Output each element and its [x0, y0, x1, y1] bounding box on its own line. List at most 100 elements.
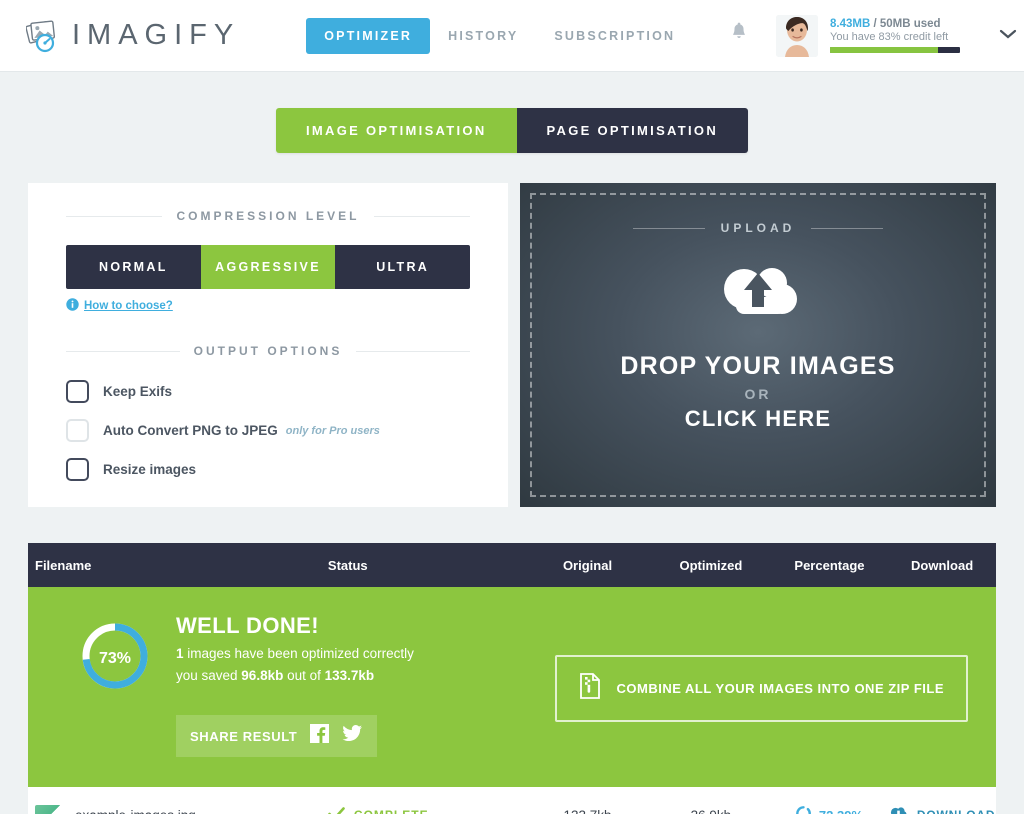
avatar — [776, 14, 818, 57]
compression-section-title: COMPRESSION LEVEL — [66, 209, 470, 223]
column-header-percentage: Percentage — [794, 557, 865, 573]
result-text-block: WELL DONE! 1 images have been optimized … — [176, 613, 414, 757]
credit-used: 8.43MB — [830, 18, 871, 30]
column-header-download: Download — [911, 557, 974, 573]
divider-left — [66, 215, 163, 217]
compression-aggressive[interactable]: AGGRESSIVE — [200, 245, 336, 289]
tab-image-optimisation[interactable]: IMAGE OPTIMISATION — [275, 108, 517, 153]
optimized-count-line: 1 images have been optimized correctly — [176, 646, 414, 661]
cell-optimized-size: 36.9kb — [651, 808, 771, 814]
logo-text: IMAGIFY — [72, 19, 241, 51]
saved-amount: 96.8kb — [241, 668, 284, 683]
option-resize-images[interactable]: Resize images — [66, 458, 470, 481]
column-header-original: Original — [562, 557, 613, 573]
upload-dashed-border: UPLOAD DROP YOUR IMAGES OR CLICK HERE — [530, 193, 986, 497]
option-auto-convert[interactable]: Auto Convert PNG to JPEG only for Pro us… — [66, 419, 470, 442]
filename-text: example-images.jpg — [75, 808, 196, 814]
app-header: IMAGIFY OPTIMIZER HISTORY SUBSCRIPTION 8… — [0, 0, 1024, 72]
main-navigation: OPTIMIZER HISTORY SUBSCRIPTION — [306, 17, 693, 54]
bell-icon[interactable] — [730, 22, 748, 47]
divider-left — [632, 227, 705, 229]
saved-middle: out of — [283, 668, 325, 683]
cell-filename: example-images.jpg — [28, 805, 328, 814]
credit-quota: / 50MB used — [870, 18, 941, 30]
tab-page-optimisation[interactable]: PAGE OPTIMISATION — [516, 108, 749, 153]
how-to-choose-link[interactable]: How to choose? — [66, 298, 470, 314]
results-table: Filename Status Original Optimized Perce… — [28, 543, 996, 814]
twitter-icon[interactable] — [342, 724, 363, 748]
drop-or-text: OR — [744, 386, 772, 402]
option-label: Resize images — [103, 462, 197, 477]
info-icon — [66, 298, 79, 314]
well-done-heading: WELL DONE! — [176, 613, 319, 638]
credit-progress-fill — [830, 47, 938, 53]
cell-status: COMPLETE — [328, 806, 524, 814]
combine-zip-label: COMBINE ALL YOUR IMAGES INTO ONE ZIP FIL… — [616, 681, 944, 696]
savings-donut: 73% — [78, 619, 152, 698]
compression-level-selector: NORMAL AGGRESSIVE ULTRA — [66, 245, 470, 289]
status-text: COMPLETE — [354, 808, 429, 814]
logo[interactable]: IMAGIFY — [25, 18, 241, 54]
checkbox-keep-exifs[interactable] — [66, 380, 89, 403]
checkbox-auto-convert-png-to-jpeg[interactable] — [66, 419, 89, 442]
share-result-label: SHARE RESULT — [190, 728, 298, 744]
optimized-count-text: images have been optimized correctly — [183, 646, 414, 661]
column-header-filename: Filename — [35, 557, 92, 573]
image-thumbnail — [35, 805, 61, 814]
cell-original-size: 133.7kb — [524, 808, 651, 814]
compression-title-text: COMPRESSION LEVEL — [176, 209, 360, 223]
share-result-button[interactable]: SHARE RESULT — [176, 715, 378, 757]
user-credit-block[interactable]: 8.43MB / 50MB used You have 83% credit l… — [776, 14, 960, 57]
chevron-down-icon[interactable] — [998, 27, 1018, 45]
checkbox-resize-images[interactable] — [66, 458, 89, 481]
settings-panel: COMPRESSION LEVEL NORMAL AGGRESSIVE ULTR… — [28, 183, 508, 507]
credit-progress-bar — [830, 47, 960, 53]
column-header-optimized: Optimized — [679, 557, 743, 573]
cloud-download-icon — [889, 806, 908, 814]
optimisation-tabs: IMAGE OPTIMISATION PAGE OPTIMISATION — [0, 108, 1024, 153]
optimizer-panels: COMPRESSION LEVEL NORMAL AGGRESSIVE ULTR… — [28, 183, 996, 507]
output-options: OUTPUT OPTIONS Keep Exifs Auto Convert P… — [66, 344, 471, 481]
click-here-text: CLICK HERE — [684, 406, 832, 431]
donut-percent-label: 73% — [98, 649, 132, 667]
compression-ultra[interactable]: ULTRA — [335, 245, 470, 289]
output-section-title: OUTPUT OPTIONS — [66, 344, 471, 358]
donut-icon — [796, 806, 811, 814]
upload-section-title: UPLOAD — [632, 221, 884, 235]
option-pro-note: only for Pro users — [285, 424, 380, 437]
compression-normal[interactable]: NORMAL — [66, 245, 201, 289]
output-title-text: OUTPUT OPTIONS — [193, 344, 343, 358]
saved-line: you saved 96.8kb out of 133.7kb — [176, 668, 414, 683]
option-label: Keep Exifs — [103, 384, 173, 399]
cloud-upload-icon — [706, 257, 810, 336]
table-row: example-images.jpg COMPLETE 133.7kb 36.9… — [28, 787, 996, 814]
upload-dropzone[interactable]: UPLOAD DROP YOUR IMAGES OR CLICK HERE — [520, 183, 996, 507]
facebook-icon[interactable] — [310, 724, 330, 748]
saved-total: 133.7kb — [324, 668, 375, 683]
option-keep-exifs[interactable]: Keep Exifs — [66, 380, 470, 403]
divider-right — [811, 227, 884, 229]
nav-item-history[interactable]: HISTORY — [430, 18, 536, 54]
divider-right — [356, 350, 471, 352]
saved-prefix: you saved — [176, 668, 242, 683]
credit-usage: 8.43MB / 50MB used — [830, 18, 960, 30]
upload-title-text: UPLOAD — [720, 221, 796, 235]
check-icon — [328, 806, 345, 814]
option-label: Auto Convert PNG to JPEG — [103, 423, 278, 438]
drop-images-text: DROP YOUR IMAGES — [620, 352, 896, 380]
optimized-count: 1 — [176, 646, 184, 661]
zip-file-icon — [579, 673, 601, 704]
nav-item-optimizer[interactable]: OPTIMIZER — [306, 17, 431, 54]
column-header-status: Status — [327, 557, 368, 573]
divider-right — [373, 215, 470, 217]
divider-left — [66, 350, 180, 352]
cell-percentage: 72.39% — [771, 806, 889, 814]
combine-zip-button[interactable]: COMBINE ALL YOUR IMAGES INTO ONE ZIP FIL… — [554, 655, 968, 722]
imagify-logo-icon — [25, 18, 68, 54]
cell-download[interactable]: DOWNLOAD — [888, 806, 996, 814]
credit-info: 8.43MB / 50MB used You have 83% credit l… — [830, 18, 960, 53]
percentage-text: 72.39% — [819, 808, 863, 814]
credit-left-text: You have 83% credit left — [830, 31, 949, 43]
nav-item-subscription[interactable]: SUBSCRIPTION — [536, 18, 693, 54]
table-header-row: Filename Status Original Optimized Perce… — [28, 543, 996, 587]
